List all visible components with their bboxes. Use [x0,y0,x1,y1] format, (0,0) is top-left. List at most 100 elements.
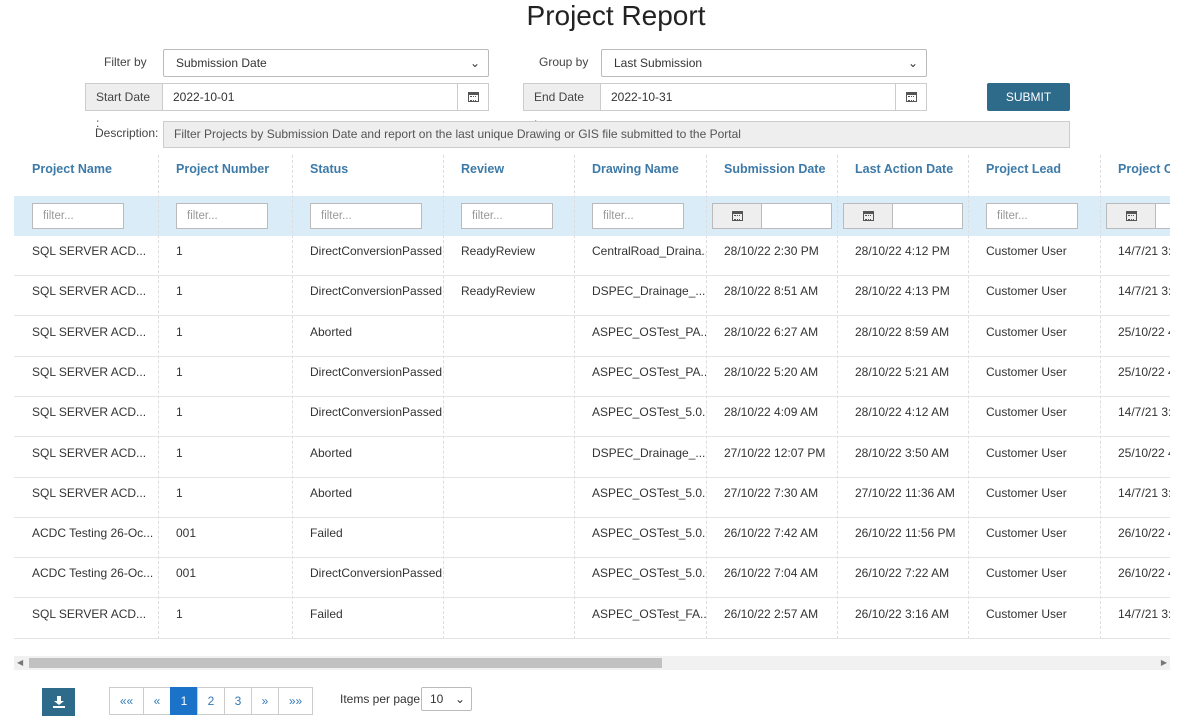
column-header[interactable]: Project Lead [968,155,1100,196]
column-filter-input[interactable]: filter... [986,203,1078,229]
column-filter-input[interactable]: filter... [310,203,422,229]
submit-button[interactable]: SUBMIT [987,83,1070,111]
table-row[interactable]: ACDC Testing 26-Oc... 001 DirectConversion… [14,558,1170,599]
prev-page-button[interactable]: « [143,687,171,715]
column-header[interactable]: Last Action Date [837,155,968,196]
column-date-filter-input[interactable] [892,203,963,229]
table-cell: 27/10/22 11:36 AM [855,485,955,500]
page-2-button[interactable]: 2 [197,687,225,715]
table-cell: 25/10/22 4:3 [1118,324,1170,339]
table-cell: 25/10/22 4:3 [1118,445,1170,460]
table-cell: 1 [176,405,183,420]
table-cell: ASPEC_OSTest_PA... [592,364,706,379]
table-cell: Customer User [986,485,1067,500]
table-row[interactable]: SQL SERVER ACD... 1 DirectConversionPassed… [14,236,1170,276]
table-cell: ASPEC_OSTest_5.0... [592,485,706,500]
start-date-label: Start Date : [85,83,163,130]
table-cell: Aborted [310,324,353,339]
table-cell: Customer User [986,445,1067,460]
filter-by-label: Filter by [104,55,147,69]
chevron-down-icon: ⌄ [907,56,918,70]
column-date-filter-input[interactable] [761,203,832,229]
column-filter-input[interactable]: filter... [592,203,684,229]
table-cell: 14/7/21 3:04 [1118,284,1170,299]
table-cell: 1 [176,364,183,379]
column-date-filter-input[interactable] [1155,203,1170,229]
start-date-calendar-button[interactable] [457,83,489,111]
table-row[interactable]: SQL SERVER ACD... 1 Aborted ASPEC_OSTest_5.… [14,478,1170,518]
table-cell: ASPEC_OSTest_5.0... [592,566,706,581]
table-cell: 28/10/22 6:27 AM [724,324,819,339]
column-header[interactable]: Review [443,155,574,196]
table-row[interactable]: SQL SERVER ACD... 1 DirectConversionPassed… [14,276,1170,317]
column-header[interactable]: Project Number [158,155,292,196]
calendar-icon [862,211,874,221]
chevron-down-icon: ⌄ [469,56,480,70]
table-row[interactable]: SQL SERVER ACD... 1 Failed ASPEC_OSTest_FA.… [14,599,1170,639]
calendar-icon [731,211,743,221]
table-cell: 27/10/22 7:30 AM [724,485,819,500]
table-cell: DirectConversionPassed [310,284,443,299]
table-cell: DirectConversionPassed [310,364,443,379]
pagination: «« « 1 2 3 » »» [109,687,313,715]
table-cell [443,518,574,558]
table-row[interactable]: SQL SERVER ACD... 1 Aborted DSPEC_Drainage_… [14,438,1170,478]
page-1-button[interactable]: 1 [170,687,198,715]
scroll-left-arrow-icon[interactable]: ◀ [17,656,23,670]
scroll-right-arrow-icon[interactable]: ▶ [1161,656,1167,670]
column-header[interactable]: Project Crea [1100,155,1170,196]
table-cell: SQL SERVER ACD... [32,364,147,379]
column-filter-input[interactable]: filter... [461,203,553,229]
download-button[interactable] [42,688,75,716]
table-cell: SQL SERVER ACD... [32,405,147,420]
start-date-input[interactable]: 2022-10-01 [162,83,458,111]
table-cell: DSPEC_Drainage_... [592,284,706,299]
horizontal-scrollbar[interactable]: ◀ ▶ [14,656,1170,670]
column-filter-input[interactable]: filter... [32,203,124,229]
table-cell: SQL SERVER ACD... [32,324,147,339]
download-icon [52,696,65,708]
filter-calendar-button[interactable] [712,203,762,229]
table-cell: DirectConversionPassed [310,244,443,258]
table-cell: Aborted [310,445,353,460]
scrollbar-thumb[interactable] [29,658,662,668]
items-per-page-select[interactable]: 10 ⌄ [421,687,472,711]
column-header[interactable]: Project Name [14,155,158,196]
table-cell: 28/10/22 4:13 PM [855,284,950,299]
table-cell: ASPEC_OSTest_PA... [592,324,706,339]
column-header[interactable]: Status [292,155,443,196]
end-date-calendar-button[interactable] [895,83,927,111]
items-per-page-label: Items per page [340,692,421,706]
group-by-select[interactable]: Last Submission ⌄ [601,49,927,77]
column-header[interactable]: Drawing Name [574,155,706,196]
column-header[interactable]: Submission Date [706,155,837,196]
end-date-input[interactable]: 2022-10-31 [600,83,896,111]
table-cell: 25/10/22 4:3 [1118,364,1170,379]
table-cell: Failed [310,606,343,621]
filter-calendar-button[interactable] [843,203,893,229]
table-cell: 26/10/22 3:16 AM [855,606,950,621]
table-cell: 26/10/22 7:42 AM [724,526,819,541]
table-cell: Customer User [986,284,1067,299]
table-row[interactable]: SQL SERVER ACD... 1 DirectConversionPassed… [14,357,1170,397]
table-cell: 28/10/22 8:59 AM [855,324,950,339]
calendar-icon [467,92,479,102]
table-cell [443,357,574,397]
table-cell [443,599,574,639]
table-cell: ACDC Testing 26-Oc... [32,566,154,581]
filter-by-select[interactable]: Submission Date ⌄ [163,49,489,77]
table-row[interactable]: SQL SERVER ACD... 1 DirectConversionPassed… [14,397,1170,438]
next-page-button[interactable]: » [251,687,279,715]
chevron-down-icon: ⌄ [454,692,465,706]
table-cell: 14/7/21 3:04 [1118,405,1170,420]
column-filter-input[interactable]: filter... [176,203,268,229]
page-3-button[interactable]: 3 [224,687,252,715]
table-cell [443,558,574,598]
filter-calendar-button[interactable] [1106,203,1156,229]
table-row[interactable]: SQL SERVER ACD... 1 Aborted ASPEC_OSTest_PA… [14,317,1170,357]
last-page-button[interactable]: »» [278,687,313,715]
table-cell: SQL SERVER ACD... [32,284,147,299]
table-cell: Customer User [986,324,1067,339]
first-page-button[interactable]: «« [109,687,144,715]
table-row[interactable]: ACDC Testing 26-Oc... 001 Failed ASPEC_OSTe… [14,518,1170,559]
